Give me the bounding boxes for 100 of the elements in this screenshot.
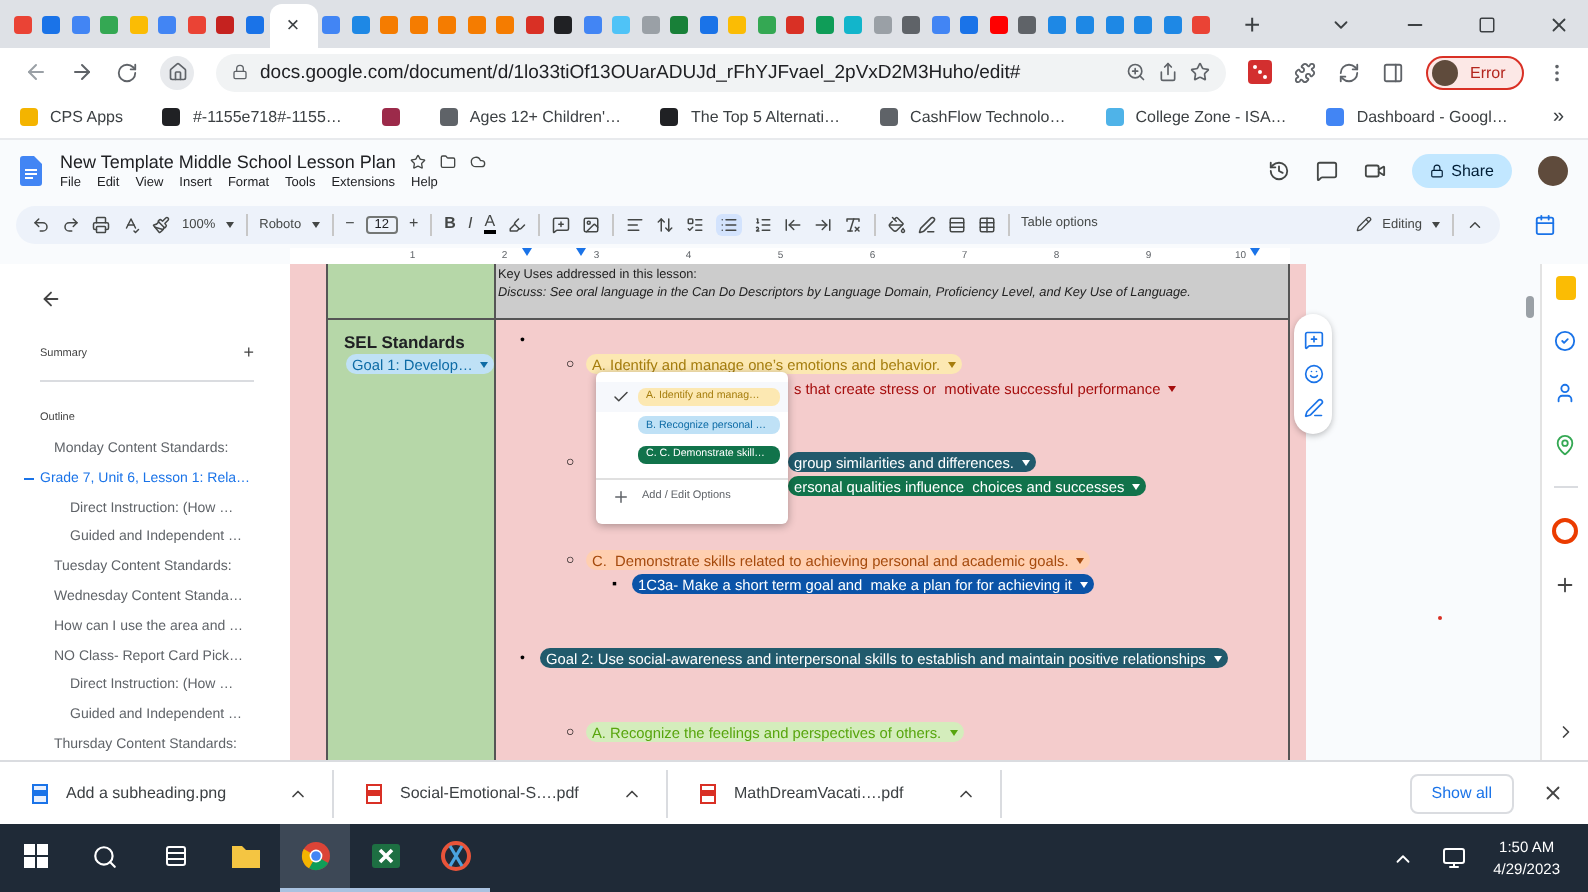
puzzle-icon[interactable] bbox=[1294, 61, 1316, 83]
close-button[interactable]: × bbox=[286, 15, 300, 37]
new-tab-button[interactable]: + bbox=[1244, 10, 1261, 38]
avatar-icon[interactable] bbox=[1538, 155, 1568, 185]
plus-icon[interactable] bbox=[1554, 574, 1576, 596]
calendar-icon[interactable] bbox=[1533, 213, 1555, 235]
share-button[interactable]: Share bbox=[1411, 153, 1512, 187]
reload-icon[interactable] bbox=[116, 61, 138, 83]
decrease-size-button[interactable]: − bbox=[345, 216, 355, 232]
close-icon[interactable] bbox=[1548, 13, 1570, 35]
video-icon[interactable] bbox=[1363, 159, 1386, 181]
indent-marker-icon[interactable] bbox=[576, 248, 586, 256]
increase-size-button[interactable]: + bbox=[409, 216, 419, 232]
star-icon[interactable] bbox=[1190, 62, 1210, 82]
highlighter-icon[interactable] bbox=[507, 215, 526, 233]
contacts-icon[interactable] bbox=[1554, 382, 1576, 404]
marker-dot bbox=[1438, 616, 1442, 620]
border-dash-icon[interactable] bbox=[977, 215, 996, 233]
image-file-icon bbox=[32, 783, 48, 803]
search-icon[interactable] bbox=[92, 843, 118, 869]
check-icon bbox=[612, 387, 630, 406]
increase-indent-icon[interactable] bbox=[813, 215, 832, 233]
more-bookmarks[interactable]: » bbox=[1552, 106, 1564, 128]
border-width-icon[interactable] bbox=[947, 215, 966, 233]
add-comment-icon[interactable] bbox=[1303, 329, 1323, 350]
download-item[interactable]: MathDreamVacati….pdf bbox=[734, 784, 938, 802]
indent-marker-icon[interactable] bbox=[1250, 248, 1260, 256]
side-panel-icon[interactable] bbox=[1382, 61, 1404, 83]
download-item[interactable]: Social-Emotional-S….pdf bbox=[400, 784, 604, 802]
back-icon[interactable] bbox=[40, 288, 62, 310]
emoji-icon[interactable] bbox=[1303, 363, 1323, 384]
bookmark-link[interactable]: Dashboard - Googl… bbox=[1326, 108, 1508, 126]
download-item[interactable]: Add a subheading.png bbox=[66, 784, 270, 802]
browser-icon[interactable] bbox=[299, 840, 331, 872]
paint-format-icon[interactable] bbox=[152, 215, 170, 233]
print-icon[interactable] bbox=[92, 215, 110, 233]
bookmark-link[interactable]: The Top 5 Alternati… bbox=[660, 108, 841, 126]
lock-icon bbox=[1429, 163, 1444, 177]
star-icon[interactable] bbox=[409, 153, 426, 169]
task-view-icon[interactable] bbox=[163, 844, 187, 868]
spreadsheet-icon[interactable] bbox=[369, 840, 401, 872]
italic-button[interactable]: I bbox=[467, 216, 473, 232]
scissors-icon[interactable] bbox=[439, 840, 471, 872]
bookmark-icon[interactable] bbox=[381, 108, 400, 126]
scrollbar-thumb[interactable] bbox=[1526, 296, 1534, 318]
show-all-button[interactable]: Show all bbox=[1409, 773, 1514, 813]
url-text[interactable]: docs.google.com/document/d/1lo33tiOf13OUarADUJd_rFhYJFvael_2pVxD2M3Huho/edit# bbox=[260, 61, 1114, 83]
maximize-icon[interactable] bbox=[1478, 15, 1496, 33]
indent-marker-icon[interactable] bbox=[522, 248, 532, 256]
share-icon[interactable] bbox=[1158, 62, 1178, 82]
profile-button[interactable]: Error bbox=[1426, 55, 1524, 89]
caret-icon bbox=[311, 221, 320, 227]
history-icon[interactable] bbox=[1267, 159, 1290, 181]
add-comment-icon[interactable] bbox=[551, 215, 570, 233]
border-color-icon[interactable] bbox=[917, 215, 936, 233]
caret-icon bbox=[948, 361, 957, 367]
comments-icon[interactable] bbox=[1315, 159, 1338, 181]
windows-logo-icon[interactable] bbox=[23, 844, 47, 868]
zoom-icon[interactable] bbox=[1126, 62, 1146, 82]
ring-icon[interactable] bbox=[1552, 518, 1578, 544]
home-icon[interactable] bbox=[167, 62, 187, 82]
text-color-button[interactable]: A bbox=[484, 214, 496, 234]
numbered-list-icon[interactable] bbox=[753, 215, 772, 233]
forward-icon[interactable] bbox=[70, 60, 94, 84]
tab-favicon-icon[interactable] bbox=[554, 15, 573, 33]
caret-icon bbox=[480, 361, 489, 367]
home-button[interactable] bbox=[160, 55, 194, 89]
close-icon[interactable] bbox=[1542, 782, 1564, 804]
document-title[interactable]: New Template Middle School Lesson Plan bbox=[60, 151, 396, 171]
add-summary-button[interactable]: + bbox=[243, 344, 254, 362]
align-left-icon[interactable] bbox=[625, 215, 644, 233]
line-spacing-icon[interactable] bbox=[655, 215, 674, 233]
clear-formatting-icon[interactable] bbox=[843, 215, 862, 233]
pencil-icon[interactable] bbox=[1356, 216, 1373, 232]
bookmark-link[interactable]: #-1155e718#-1155… bbox=[162, 108, 342, 126]
image-icon[interactable] bbox=[581, 215, 600, 233]
checklist-icon[interactable] bbox=[685, 215, 704, 233]
folder-icon[interactable] bbox=[439, 153, 456, 169]
address-bar[interactable]: docs.google.com/document/d/1lo33tiOf13OUarADUJd_rFhYJFvael_2pVxD2M3Huho/edit# bbox=[216, 53, 1226, 91]
suggest-edit-icon[interactable] bbox=[1303, 398, 1323, 419]
browser-tab[interactable]: × bbox=[269, 4, 317, 48]
sync-icon[interactable] bbox=[1338, 61, 1360, 83]
folder-icon[interactable] bbox=[229, 840, 261, 872]
caret-icon bbox=[1432, 221, 1440, 227]
bookmark-link[interactable]: CPS Apps bbox=[20, 108, 123, 126]
tasks-icon[interactable] bbox=[1554, 330, 1576, 352]
dice-icon[interactable] bbox=[1248, 60, 1272, 84]
bold-button[interactable]: B bbox=[444, 216, 456, 232]
redo-icon[interactable] bbox=[62, 215, 80, 233]
bookmark-link[interactable]: College Zone - ISA… bbox=[1105, 108, 1287, 126]
document-logo-icon[interactable] bbox=[20, 155, 42, 185]
map-pin-icon[interactable] bbox=[1554, 434, 1576, 456]
standards-title: SEL Standards bbox=[344, 332, 467, 352]
decrease-indent-icon[interactable] bbox=[783, 215, 802, 233]
fill-color-icon[interactable] bbox=[887, 215, 906, 233]
spellcheck-icon[interactable] bbox=[122, 215, 140, 233]
undo-icon[interactable] bbox=[32, 215, 50, 233]
bookmark-link[interactable]: CashFlow Technolo… bbox=[880, 108, 1066, 126]
bookmark-link[interactable]: Ages 12+ Children'… bbox=[439, 108, 621, 126]
display-icon[interactable] bbox=[1441, 846, 1466, 870]
